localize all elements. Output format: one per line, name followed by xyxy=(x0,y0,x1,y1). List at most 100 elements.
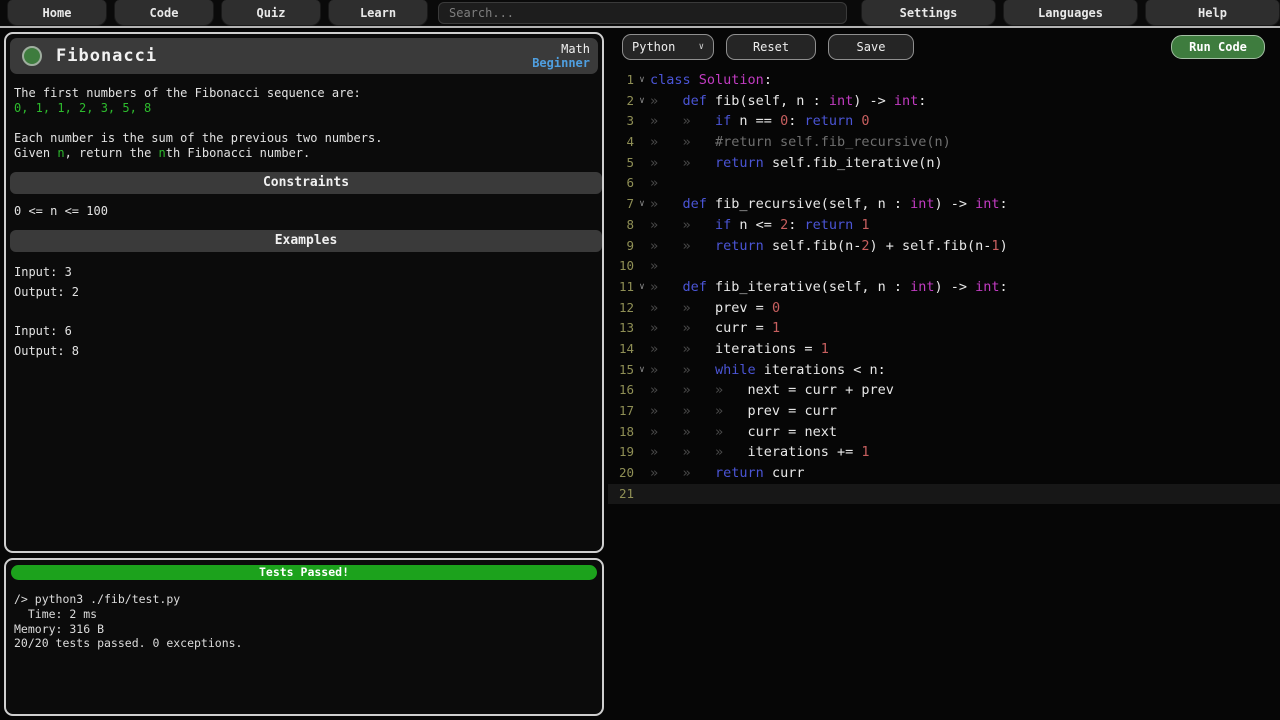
indent-marker-icon: » xyxy=(683,444,716,460)
code-text: » def fib_iterative(self, n : int) -> in… xyxy=(650,277,1008,298)
constraints-header: Constraints xyxy=(10,172,602,194)
code-text: » » iterations = 1 xyxy=(650,339,829,360)
line-number: 15 xyxy=(608,360,634,381)
indent-marker-icon: » xyxy=(650,155,683,171)
terminal-line: Memory: 316 B xyxy=(14,622,594,637)
line-number: 16 xyxy=(608,380,634,401)
code-text: » » » curr = next xyxy=(650,422,837,443)
code-text: » » #return self.fib_recursive(n) xyxy=(650,132,951,153)
indent-marker-icon: » xyxy=(650,341,683,357)
fold-chevron-icon[interactable]: ∨ xyxy=(634,194,650,215)
example-input-line: Input: 6 xyxy=(14,322,594,342)
indent-marker-icon: » xyxy=(650,403,683,419)
nav-button-help[interactable]: Help xyxy=(1145,0,1280,26)
code-line[interactable]: 16 » » » next = curr + prev xyxy=(608,380,1280,401)
code-text: » xyxy=(650,256,683,277)
nav-tab-code[interactable]: Code xyxy=(114,0,214,26)
nav-tab-learn[interactable]: Learn xyxy=(328,0,428,26)
line-number: 13 xyxy=(608,318,634,339)
indent-marker-icon: » xyxy=(650,93,683,109)
code-editor: Python ∨ Reset Save Run Code 1∨class Sol… xyxy=(608,30,1280,720)
example-block: Input: 6Output: 8 xyxy=(14,322,594,361)
fold-spacer xyxy=(634,153,650,174)
run-code-button[interactable]: Run Code xyxy=(1171,35,1265,59)
code-line[interactable]: 1∨class Solution: xyxy=(608,70,1280,91)
code-line[interactable]: 9» » return self.fib(n-2) + self.fib(n-1… xyxy=(608,236,1280,257)
indent-marker-icon: » xyxy=(683,465,716,481)
nav-button-settings[interactable]: Settings xyxy=(861,0,996,26)
example-input-line: Input: 3 xyxy=(14,263,594,283)
code-line[interactable]: 11∨» def fib_iterative(self, n : int) ->… xyxy=(608,277,1280,298)
problem-difficulty: Beginner xyxy=(532,56,590,70)
nav-button-languages[interactable]: Languages xyxy=(1003,0,1138,26)
search-input[interactable] xyxy=(438,2,847,24)
code-line[interactable]: 2∨» def fib(self, n : int) -> int: xyxy=(608,91,1280,112)
code-line[interactable]: 12» » prev = 0 xyxy=(608,298,1280,319)
code-line[interactable]: 20» » return curr xyxy=(608,463,1280,484)
language-select[interactable]: Python ∨ xyxy=(622,34,714,60)
fold-chevron-icon[interactable]: ∨ xyxy=(634,360,650,381)
indent-marker-icon: » xyxy=(715,424,748,440)
indent-marker-icon: » xyxy=(683,134,716,150)
code-text: » » » iterations += 1 xyxy=(650,442,869,463)
line-number: 21 xyxy=(608,484,634,505)
nav-tab-home[interactable]: Home xyxy=(7,0,107,26)
code-lines[interactable]: 1∨class Solution:2∨» def fib(self, n : i… xyxy=(608,64,1280,504)
results-panel: Tests Passed! /> python3 ./fib/test.py T… xyxy=(4,558,604,716)
code-line[interactable]: 4» » #return self.fib_recursive(n) xyxy=(608,132,1280,153)
code-line[interactable]: 13» » curr = 1 xyxy=(608,318,1280,339)
indent-marker-icon: » xyxy=(683,341,716,357)
line-number: 8 xyxy=(608,215,634,236)
top-nav: Home Code Quiz Learn Settings Languages Help xyxy=(0,0,1280,28)
nav-left: Home Code Quiz Learn xyxy=(0,0,428,26)
line-number: 6 xyxy=(608,173,634,194)
nav-tab-quiz[interactable]: Quiz xyxy=(221,0,321,26)
indent-marker-icon: » xyxy=(683,238,716,254)
indent-marker-icon: » xyxy=(683,155,716,171)
code-line[interactable]: 17» » » prev = curr xyxy=(608,401,1280,422)
fold-spacer xyxy=(634,256,650,277)
code-line[interactable]: 10» xyxy=(608,256,1280,277)
indent-marker-icon: » xyxy=(683,300,716,316)
code-line[interactable]: 14 » » iterations = 1 xyxy=(608,339,1280,360)
code-text: class Solution: xyxy=(650,70,772,91)
indent-marker-icon: » xyxy=(683,403,716,419)
code-line[interactable]: 21 xyxy=(608,484,1280,505)
fold-spacer xyxy=(634,318,650,339)
problem-body: The first numbers of the Fibonacci seque… xyxy=(6,78,602,361)
indent-marker-icon: » xyxy=(715,403,748,419)
example-output-line: Output: 8 xyxy=(14,342,594,362)
save-button[interactable]: Save xyxy=(828,34,914,60)
code-text: » » return self.fib_iterative(n) xyxy=(650,153,943,174)
code-line[interactable]: 19» » » iterations += 1 xyxy=(608,442,1280,463)
code-line[interactable]: 6» xyxy=(608,173,1280,194)
code-text: » » » next = curr + prev xyxy=(650,380,894,401)
fold-chevron-icon[interactable]: ∨ xyxy=(634,277,650,298)
indent-marker-icon: » xyxy=(650,175,683,191)
terminal-output: /> python3 ./fib/test.py Time: 2 msMemor… xyxy=(6,585,602,651)
line-number: 11 xyxy=(608,277,634,298)
fold-spacer xyxy=(634,132,650,153)
indent-marker-icon: » xyxy=(650,300,683,316)
code-line[interactable]: 18» » » curr = next xyxy=(608,422,1280,443)
constraints-list: 0 <= n <= 100 xyxy=(14,204,594,219)
indent-marker-icon: » xyxy=(650,465,683,481)
language-select-value: Python xyxy=(632,40,675,54)
fibonacci-sequence: 0, 1, 1, 2, 3, 5, 8 xyxy=(14,101,594,116)
code-line[interactable]: 5» » return self.fib_iterative(n) xyxy=(608,153,1280,174)
code-line[interactable]: 15∨» » while iterations < n: xyxy=(608,360,1280,381)
fold-chevron-icon[interactable]: ∨ xyxy=(634,91,650,112)
code-text: » » while iterations < n: xyxy=(650,360,886,381)
line-number: 7 xyxy=(608,194,634,215)
indent-marker-icon: » xyxy=(650,424,683,440)
reset-button[interactable]: Reset xyxy=(726,34,816,60)
code-line[interactable]: 8» » if n <= 2: return 1 xyxy=(608,215,1280,236)
code-line[interactable]: 3» » if n == 0: return 0 xyxy=(608,111,1280,132)
indent-marker-icon: » xyxy=(650,258,683,274)
fold-spacer xyxy=(634,215,650,236)
fold-chevron-icon[interactable]: ∨ xyxy=(634,70,650,91)
fold-spacer xyxy=(634,236,650,257)
code-line[interactable]: 7∨» def fib_recursive(self, n : int) -> … xyxy=(608,194,1280,215)
line-number: 14 xyxy=(608,339,634,360)
indent-marker-icon: » xyxy=(715,382,748,398)
